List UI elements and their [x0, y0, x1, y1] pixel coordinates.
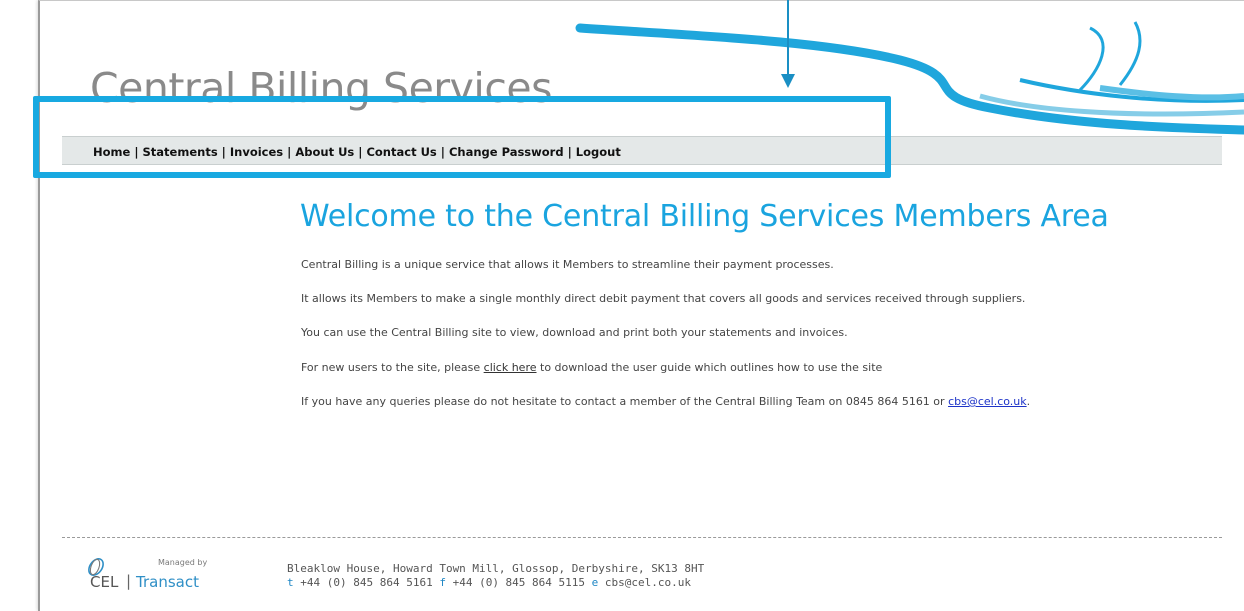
footer-email: cbs@cel.co.uk [604, 576, 691, 589]
email-label: e [591, 576, 599, 589]
intro-paragraph-4: For new users to the site, please click … [301, 361, 882, 374]
intro-paragraph-2: It allows its Members to make a single m… [301, 292, 1026, 305]
annotation-highlight-box [33, 96, 891, 178]
intro-paragraph-3: You can use the Central Billing site to … [301, 326, 848, 339]
footer-address: Bleaklow House, Howard Town Mill, Glosso… [287, 562, 705, 575]
p4-text-after: to download the user guide which outline… [536, 361, 883, 374]
cel-transact-logo: Managed by CEL | Transact [82, 556, 222, 592]
logo-transact-text: Transact [136, 573, 199, 591]
p4-text-before: For new users to the site, please [301, 361, 484, 374]
logo-divider: | [126, 572, 132, 590]
footer-contact-line: t +44 (0) 845 864 5161 f +44 (0) 845 864… [287, 576, 691, 589]
user-guide-link[interactable]: click here [484, 361, 537, 374]
p5-text-after: . [1026, 395, 1031, 408]
intro-paragraph-5: If you have any queries please do not he… [301, 395, 1030, 408]
email-link[interactable]: cbs@cel.co.uk [948, 395, 1027, 408]
logo-cel-text: CEL [90, 573, 119, 591]
welcome-heading: Welcome to the Central Billing Services … [300, 199, 1109, 234]
fax-label: f [439, 576, 446, 589]
annotation-arrow [781, 0, 795, 88]
intro-paragraph-1: Central Billing is a unique service that… [301, 258, 834, 271]
footer-divider [62, 537, 1222, 538]
phone-number: +44 (0) 845 864 5161 [300, 576, 433, 589]
logo-managed-by-text: Managed by [158, 558, 208, 567]
p5-text-before: If you have any queries please do not he… [301, 395, 949, 408]
fax-number: +44 (0) 845 864 5115 [452, 576, 586, 589]
phone-label: t [287, 576, 294, 589]
